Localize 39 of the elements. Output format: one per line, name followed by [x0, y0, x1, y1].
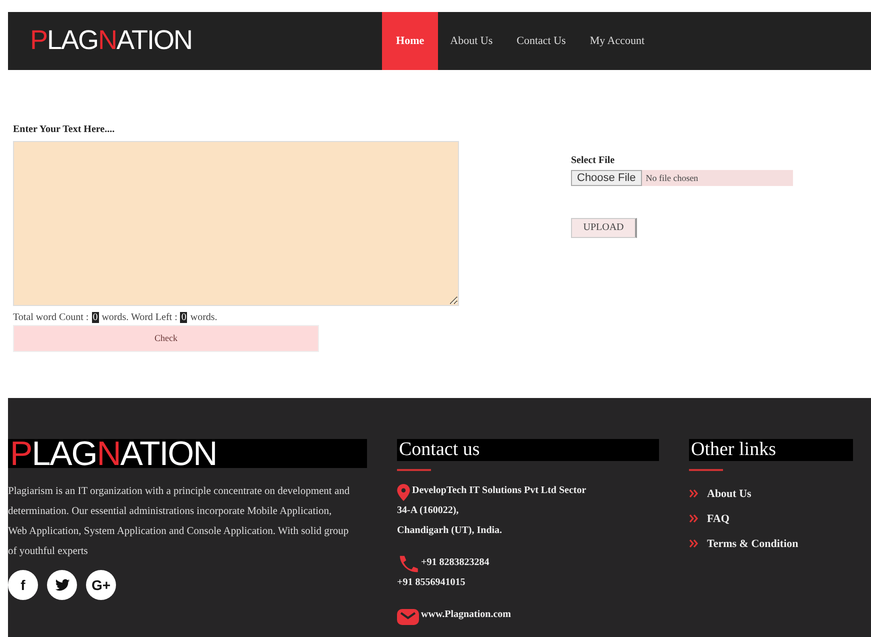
upload-button[interactable]: UPLOAD: [571, 218, 637, 238]
contact-text: 34-A (160022),: [397, 504, 459, 518]
text-label: Enter Your Text Here....: [13, 124, 116, 135]
bird-icon: [54, 579, 70, 591]
nav-link[interactable]: Home: [382, 12, 438, 70]
count-text: words.: [190, 312, 218, 323]
footer-logo[interactable]: PLAGNATION: [10, 436, 217, 470]
choose-file-button[interactable]: Choose File: [571, 170, 642, 186]
double-chevron-icon: [689, 539, 699, 548]
nav-link[interactable]: About Us: [438, 12, 505, 70]
file-status: No file chosen: [646, 172, 698, 183]
google-plus-button[interactable]: G+: [86, 570, 116, 600]
about-text: Plagiarism is an IT organization with a principle concentrate on development and determination. Our essential administrations incorporate Mobile Application, Web Application, System Application and Console Application. With solid group of youthful experts: [8, 485, 351, 559]
word-count: 0: [92, 312, 99, 323]
links-heading: Other links: [689, 439, 853, 461]
logo[interactable]: PLAGNATION: [30, 27, 192, 54]
contact-heading: Contact us: [397, 439, 659, 461]
word-count: 0: [180, 312, 188, 323]
contact-text: Chandigarh (UT), India.: [397, 524, 502, 538]
check-button[interactable]: Check: [13, 324, 319, 352]
contact-text: +91 8283823284: [421, 556, 490, 570]
nav-link[interactable]: Contact Us: [504, 12, 578, 70]
count-text: Total word Count :: [13, 312, 89, 323]
location-pin-icon: [397, 484, 410, 501]
footer-link[interactable]: FAQ: [689, 506, 853, 531]
file-label: Select File: [571, 154, 616, 166]
double-chevron-icon: [689, 489, 699, 498]
bird-button[interactable]: [47, 570, 77, 600]
count-text: words. Word Left :: [102, 312, 178, 323]
phone-icon: [397, 555, 419, 573]
footer-link[interactable]: Terms & Condition: [689, 531, 853, 556]
facebook-button[interactable]: f: [8, 570, 38, 600]
nav-link[interactable]: My Account: [578, 12, 657, 70]
double-chevron-icon: [689, 514, 699, 523]
contact-text: DevelopTech IT Solutions Pvt Ltd Sector: [412, 484, 586, 498]
footer-link[interactable]: About Us: [689, 481, 853, 506]
contact-text: www.Plagnation.com: [421, 608, 511, 622]
contact-text: +91 8556941015: [397, 576, 466, 590]
mail-icon: [397, 609, 419, 625]
